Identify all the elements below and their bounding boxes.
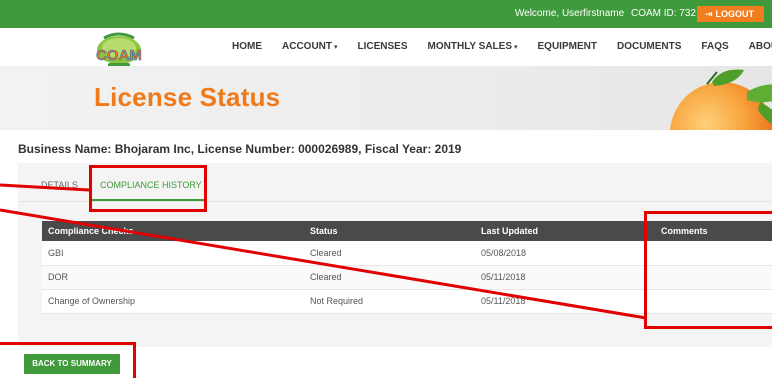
cell-last-updated: 05/08/2018 [475,241,655,266]
logout-button[interactable]: ⇥ LOGOUT [696,6,764,22]
col-header-last-updated[interactable]: Last Updated [475,221,655,241]
page-banner: License Status [0,66,772,130]
cell-status: Cleared [304,265,475,290]
nav-item-label: FAQS [701,41,729,52]
tab-divider [18,201,772,202]
table-header-row: Compliance Checks Status Last Updated Co… [42,221,772,241]
site-header: COAM HOME ACCOUNT ▾ LICENSES MONTHLY SALES ▾ E… [0,28,772,68]
cell-status: Not Required [304,289,475,314]
nav-item-licenses[interactable]: LICENSES [358,41,408,52]
col-header-status[interactable]: Status [304,221,475,241]
cell-comments [655,241,772,266]
chevron-down-icon: ▾ [334,43,338,51]
chevron-down-icon: ▾ [514,43,518,51]
col-header-comments[interactable]: Comments [655,221,772,241]
page: Welcome, Userfirstname COAM ID: 732 ⇥ LO… [0,0,772,378]
welcome-text: Welcome, Userfirstname COAM ID: 732 [515,8,696,19]
compliance-table: Compliance Checks Status Last Updated Co… [42,221,772,314]
cell-check: Change of Ownership [42,289,304,314]
compliance-panel: DETAILS COMPLIANCE HISTORY Compliance Ch… [18,163,772,347]
nav-item-label: LICENSES [357,41,408,52]
nav-item-about[interactable]: ABOUT [749,41,772,52]
nav-item-label: ABOUT [748,41,772,52]
nav-item-label: EQUIPMENT [537,41,597,52]
peach-illustration [670,69,772,130]
nav-item-label: ACCOUNT [282,41,332,52]
nav-item-label: HOME [232,41,262,52]
nav-item-home[interactable]: HOME [232,41,262,52]
nav-item-monthly-sales[interactable]: MONTHLY SALES ▾ [428,41,518,52]
business-info: Business Name: Bhojaram Inc, License Num… [18,142,462,156]
tab-details[interactable]: DETAILS [41,180,78,190]
page-title: License Status [94,82,281,112]
cell-last-updated: 05/11/2018 [475,265,655,290]
main-nav: HOME ACCOUNT ▾ LICENSES MONTHLY SALES ▾ EQUIPM… [232,41,772,52]
tab-bar: DETAILS COMPLIANCE HISTORY [18,163,772,203]
nav-item-equipment[interactable]: EQUIPMENT [538,41,597,52]
nav-item-documents[interactable]: DOCUMENTS [617,41,681,52]
tab-compliance-history[interactable]: COMPLIANCE HISTORY [100,180,202,190]
table-row: DOR Cleared 05/11/2018 [42,265,772,290]
col-header-compliance-checks[interactable]: Compliance Checks [42,221,304,241]
top-bar: Welcome, Userfirstname COAM ID: 732 ⇥ LO… [0,0,772,28]
cell-check: DOR [42,265,304,290]
coam-id: COAM ID: 732 [630,8,696,19]
table-row: GBI Cleared 05/08/2018 [42,241,772,266]
back-to-summary-button[interactable]: BACK TO SUMMARY [24,354,120,374]
cell-status: Cleared [304,241,475,266]
logo-text: COAM [96,47,142,64]
nav-item-faqs[interactable]: FAQS [701,41,728,52]
nav-item-account[interactable]: ACCOUNT ▾ [282,41,338,52]
logout-icon: ⇥ [704,9,713,19]
cell-comments [655,265,772,290]
cell-check: GBI [42,241,304,266]
cell-comments [655,289,772,314]
logout-label: LOGOUT [715,9,755,19]
nav-item-label: DOCUMENTS [616,41,682,52]
table-row: Change of Ownership Not Required 05/11/2… [42,289,772,314]
welcome-user: Welcome, Userfirstname [514,8,625,19]
cell-last-updated: 05/11/2018 [475,289,655,314]
nav-item-label: MONTHLY SALES [427,41,512,52]
